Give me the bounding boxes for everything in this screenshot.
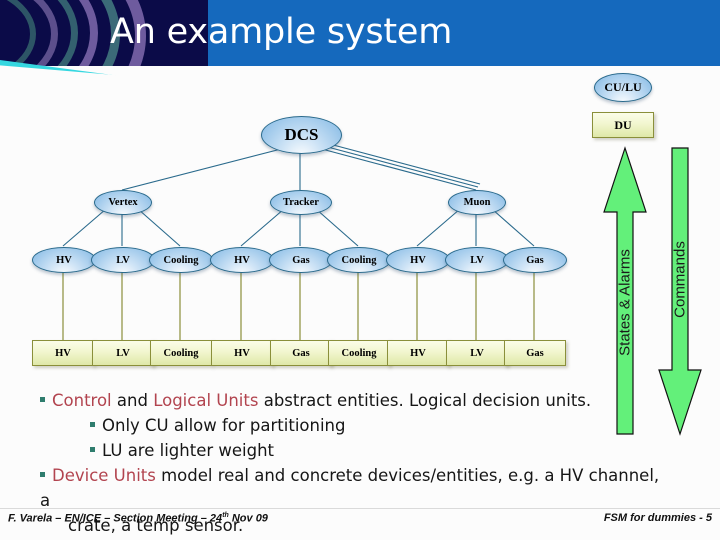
footer-left-suffix: Nov 09 [228,512,268,525]
footer-left: F. Varela – EN/ICE – Section Meeting – 2… [8,512,268,525]
node-tracker[interactable]: Tracker [270,190,332,215]
node-dcs[interactable]: DCS [261,116,342,154]
device-box-3[interactable]: HV [211,340,273,366]
bullet-item-1: Control and Logical Units abstract entit… [28,388,668,413]
node-label: Gas [292,254,310,266]
bullet-2-text: Only CU allow for partitioning [102,416,346,435]
node-vertex-cooling[interactable]: Cooling [149,247,213,273]
device-box-label: LV [116,347,130,359]
device-box-0[interactable]: HV [32,340,94,366]
bullet-1-highlight-a: Control [52,391,112,410]
node-muon-gas[interactable]: Gas [503,247,567,273]
bullet-item-4: Device Units model real and concrete dev… [28,463,668,513]
legend-du-label: DU [614,117,632,132]
device-box-4[interactable]: Gas [270,340,332,366]
footer-left-superscript: th [222,512,229,519]
node-vertex[interactable]: Vertex [94,190,152,215]
footer-divider [0,508,720,509]
device-box-1[interactable]: LV [92,340,154,366]
bullet-square-icon [40,397,45,402]
device-box-label: LV [470,347,484,359]
device-box-label: Cooling [163,347,199,359]
device-box-label: HV [410,347,426,359]
footer-right: FSM for dummies - 5 [603,512,712,524]
system-diagram: CU/LU DU DCS Vertex Tracker Muon HV LV C… [0,66,720,436]
node-label: HV [56,254,72,266]
legend-cu-lu-label: CU/LU [604,80,642,94]
node-muon-label: Muon [463,197,491,208]
device-box-label: HV [234,347,250,359]
node-label: Cooling [163,254,199,266]
node-tracker-hv[interactable]: HV [210,247,274,273]
footer-left-prefix: F. Varela – EN/ICE – Section Meeting – 2… [8,512,223,525]
states-alarms-arrow-label: States & Alarms [616,249,634,356]
node-tracker-cooling[interactable]: Cooling [327,247,391,273]
node-muon[interactable]: Muon [448,190,506,215]
bullet-3-text: LU are lighter weight [102,441,275,460]
commands-arrow-label: Commands [671,241,689,318]
bullet-1-text-d: abstract entities. Logical decision unit… [258,391,592,410]
page-title: An example system [110,12,453,52]
slide-canvas: An example system CU/LU DU DCS Vertex Tr… [0,0,720,540]
device-box-2[interactable]: Cooling [150,340,212,366]
node-label: LV [116,254,130,266]
node-dcs-label: DCS [284,125,319,144]
node-muon-hv[interactable]: HV [386,247,450,273]
node-label: Cooling [341,254,377,266]
bullet-item-2: Only CU allow for partitioning [28,413,668,438]
node-label: Gas [526,254,544,266]
device-box-label: Gas [526,347,544,359]
device-box-8[interactable]: Gas [504,340,566,366]
bullet-4-highlight-a: Device Units [52,466,156,485]
node-muon-lv[interactable]: LV [445,247,509,273]
device-box-label: Gas [292,347,310,359]
bullet-square-icon [90,447,95,452]
device-box-6[interactable]: HV [387,340,449,366]
node-vertex-lv[interactable]: LV [91,247,155,273]
node-vertex-hv[interactable]: HV [32,247,96,273]
node-label: HV [234,254,250,266]
bullet-square-icon [40,472,45,477]
bullet-item-3: LU are lighter weight [28,438,668,463]
node-tracker-gas[interactable]: Gas [269,247,333,273]
node-label: LV [470,254,484,266]
device-box-7[interactable]: LV [446,340,508,366]
node-label: HV [410,254,426,266]
node-vertex-label: Vertex [108,197,138,208]
bullet-1-highlight-c: Logical Units [153,391,259,410]
legend-cu-lu-node[interactable]: CU/LU [594,73,652,102]
device-box-label: HV [55,347,71,359]
bullet-1-text-b: and [111,391,154,410]
bullet-square-icon [90,422,95,427]
device-box-5[interactable]: Cooling [328,340,390,366]
node-tracker-label: Tracker [283,197,319,208]
device-box-label: Cooling [341,347,377,359]
legend-du-node[interactable]: DU [592,112,654,138]
